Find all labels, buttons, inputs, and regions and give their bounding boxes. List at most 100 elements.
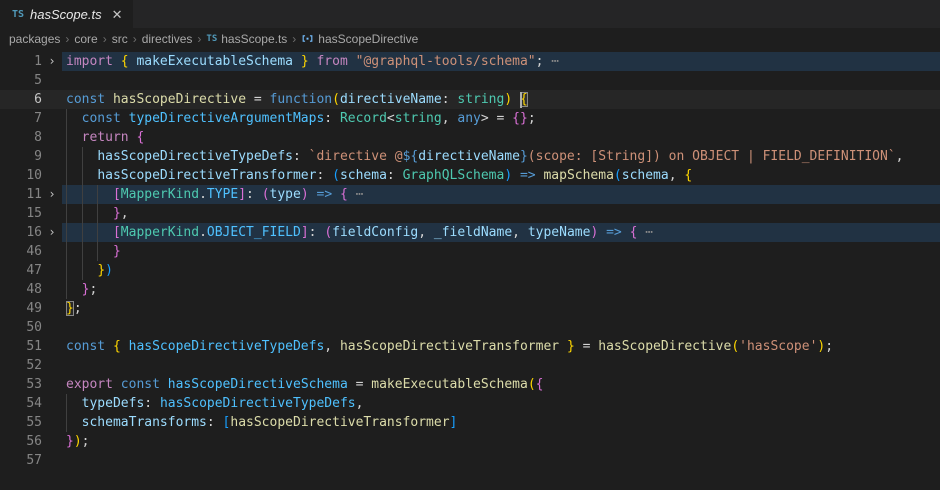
code-line-10[interactable]: 10 hasScopeDirectiveTransformer: (schema… xyxy=(0,166,940,185)
line-number[interactable]: 46 xyxy=(0,242,42,261)
breadcrumb-item-packages[interactable]: packages xyxy=(9,32,60,46)
gutter[interactable]: 10 xyxy=(0,166,62,185)
code-line-55[interactable]: 55 schemaTransforms: [hasScopeDirectiveT… xyxy=(0,413,940,432)
gutter[interactable]: 8 xyxy=(0,128,62,147)
code-line-5[interactable]: 5 xyxy=(0,71,940,90)
line-number[interactable]: 55 xyxy=(0,413,42,432)
code-line-51[interactable]: 51 const { hasScopeDirectiveTypeDefs, has… xyxy=(0,337,940,356)
line-number[interactable]: 5 xyxy=(0,71,42,90)
gutter[interactable]: 47 xyxy=(0,261,62,280)
breadcrumb-item-hasscope-ts[interactable]: TShasScope.ts xyxy=(206,32,287,46)
code-content[interactable]: }) xyxy=(62,261,940,280)
fold-chevron-icon[interactable]: › xyxy=(42,185,62,204)
code-line-46[interactable]: 46 } xyxy=(0,242,940,261)
gutter[interactable]: 57 xyxy=(0,451,62,470)
tab-hasscope[interactable]: TS hasScope.ts ✕ xyxy=(0,0,133,28)
gutter[interactable]: 7 xyxy=(0,109,62,128)
code-content[interactable]: typeDefs: hasScopeDirectiveTypeDefs, xyxy=(62,394,940,413)
line-number[interactable]: 50 xyxy=(0,318,42,337)
code-line-47[interactable]: 47 }) xyxy=(0,261,940,280)
line-number[interactable]: 1 xyxy=(0,52,42,71)
gutter[interactable]: 46 xyxy=(0,242,62,261)
gutter[interactable]: 49 xyxy=(0,299,62,318)
line-number[interactable]: 11 xyxy=(0,185,42,204)
code-content[interactable]: } xyxy=(62,242,940,261)
folded-code-ellipsis[interactable]: ⋯ xyxy=(356,187,364,202)
code-content[interactable] xyxy=(62,356,940,375)
gutter[interactable]: 15 xyxy=(0,204,62,223)
gutter[interactable]: 50 xyxy=(0,318,62,337)
code-line-49[interactable]: 49}; xyxy=(0,299,940,318)
line-number[interactable]: 48 xyxy=(0,280,42,299)
code-content[interactable]: import { makeExecutableSchema } from "@g… xyxy=(62,52,940,71)
line-number[interactable]: 54 xyxy=(0,394,42,413)
code-content[interactable]: [MapperKind.OBJECT_FIELD]: (fieldConfig,… xyxy=(62,223,940,242)
breadcrumb-item-directives[interactable]: directives xyxy=(142,32,193,46)
code-content[interactable]: schemaTransforms: [hasScopeDirectiveTran… xyxy=(62,413,940,432)
code-line-7[interactable]: 7 const typeDirectiveArgumentMaps: Recor… xyxy=(0,109,940,128)
code-content[interactable]: hasScopeDirectiveTypeDefs: `directive @$… xyxy=(62,147,940,166)
line-number[interactable]: 49 xyxy=(0,299,42,318)
gutter[interactable]: 1› xyxy=(0,52,62,71)
code-line-54[interactable]: 54 typeDefs: hasScopeDirectiveTypeDefs, xyxy=(0,394,940,413)
code-content[interactable]: hasScopeDirectiveTransformer: (schema: G… xyxy=(62,166,940,185)
code-content[interactable]: export const hasScopeDirectiveSchema = m… xyxy=(62,375,940,394)
fold-chevron-icon[interactable]: › xyxy=(42,223,62,242)
code-line-57[interactable]: 57 xyxy=(0,451,940,470)
breadcrumb-item-core[interactable]: core xyxy=(74,32,97,46)
code-content[interactable]: const hasScopeDirective = function(direc… xyxy=(62,90,940,109)
line-number[interactable]: 51 xyxy=(0,337,42,356)
line-number[interactable]: 7 xyxy=(0,109,42,128)
close-icon[interactable]: ✕ xyxy=(112,8,123,21)
gutter[interactable]: 54 xyxy=(0,394,62,413)
code-line-1[interactable]: 1›import { makeExecutableSchema } from "… xyxy=(0,52,940,71)
code-line-16[interactable]: 16› [MapperKind.OBJECT_FIELD]: (fieldCon… xyxy=(0,223,940,242)
gutter[interactable]: 11› xyxy=(0,185,62,204)
code-content[interactable]: return { xyxy=(62,128,940,147)
line-number[interactable]: 56 xyxy=(0,432,42,451)
fold-chevron-icon[interactable]: › xyxy=(42,52,62,71)
code-line-50[interactable]: 50 xyxy=(0,318,940,337)
code-line-56[interactable]: 56}); xyxy=(0,432,940,451)
gutter[interactable]: 16› xyxy=(0,223,62,242)
gutter[interactable]: 55 xyxy=(0,413,62,432)
code-line-6[interactable]: 6 const hasScopeDirective = function(dire… xyxy=(0,90,940,109)
folded-code-ellipsis[interactable]: ⋯ xyxy=(551,54,559,69)
code-line-52[interactable]: 52 xyxy=(0,356,940,375)
line-number[interactable]: 15 xyxy=(0,204,42,223)
gutter[interactable]: 6 xyxy=(0,90,62,109)
line-number[interactable]: 52 xyxy=(0,356,42,375)
code-line-48[interactable]: 48 }; xyxy=(0,280,940,299)
gutter[interactable]: 52 xyxy=(0,356,62,375)
code-content[interactable]: const { hasScopeDirectiveTypeDefs, hasSc… xyxy=(62,337,940,356)
code-content[interactable] xyxy=(62,318,940,337)
breadcrumb-item-hasscopedirective[interactable]: hasScopeDirective xyxy=(301,32,418,47)
gutter[interactable]: 51 xyxy=(0,337,62,356)
gutter[interactable]: 53 xyxy=(0,375,62,394)
code-line-11[interactable]: 11› [MapperKind.TYPE]: (type) => { ⋯ xyxy=(0,185,940,204)
code-content[interactable]: const typeDirectiveArgumentMaps: Record<… xyxy=(62,109,940,128)
code-line-15[interactable]: 15 }, xyxy=(0,204,940,223)
code-content[interactable]: }; xyxy=(62,280,940,299)
line-number[interactable]: 57 xyxy=(0,451,42,470)
line-number[interactable]: 53 xyxy=(0,375,42,394)
code-content[interactable]: }); xyxy=(62,432,940,451)
code-content[interactable]: }; xyxy=(62,299,940,318)
line-number[interactable]: 16 xyxy=(0,223,42,242)
code-line-53[interactable]: 53 export const hasScopeDirectiveSchema =… xyxy=(0,375,940,394)
code-content[interactable] xyxy=(62,451,940,470)
gutter[interactable]: 48 xyxy=(0,280,62,299)
gutter[interactable]: 56 xyxy=(0,432,62,451)
folded-code-ellipsis[interactable]: ⋯ xyxy=(645,225,653,240)
line-number[interactable]: 9 xyxy=(0,147,42,166)
gutter[interactable]: 9 xyxy=(0,147,62,166)
line-number[interactable]: 10 xyxy=(0,166,42,185)
code-editor[interactable]: 1›import { makeExecutableSchema } from "… xyxy=(0,50,940,470)
code-line-8[interactable]: 8 return { xyxy=(0,128,940,147)
code-content[interactable]: }, xyxy=(62,204,940,223)
code-content[interactable] xyxy=(62,71,940,90)
line-number[interactable]: 6 xyxy=(0,90,42,109)
code-line-9[interactable]: 9 hasScopeDirectiveTypeDefs: `directive … xyxy=(0,147,940,166)
breadcrumb-item-src[interactable]: src xyxy=(112,32,128,46)
line-number[interactable]: 47 xyxy=(0,261,42,280)
